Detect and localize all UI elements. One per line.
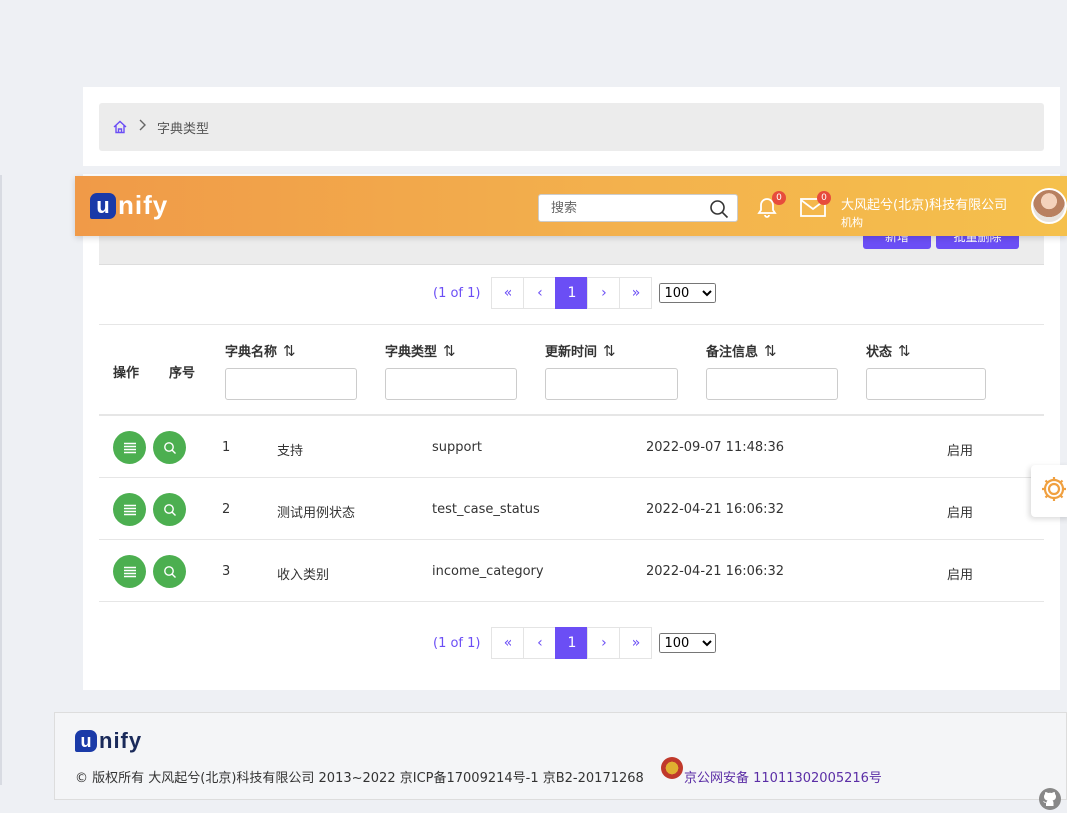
list-icon[interactable] (113, 555, 146, 588)
mail-icon[interactable]: 0 (799, 191, 831, 220)
list-icon[interactable] (113, 431, 146, 464)
paginator-top: (1 of 1) « ‹ 1 › » 100 (433, 277, 717, 309)
first-page-button[interactable]: « (491, 627, 525, 659)
cell-index: 3 (222, 564, 231, 579)
search-icon[interactable] (153, 555, 186, 588)
cell-type: income_category (432, 564, 544, 579)
bell-icon[interactable]: 0 (754, 191, 786, 220)
cell-type: test_case_status (432, 502, 540, 517)
filter-type-input[interactable] (385, 368, 517, 400)
search-box (538, 194, 738, 222)
avatar[interactable] (1031, 188, 1067, 224)
search-icon[interactable] (709, 199, 729, 219)
footer: u nify © 版权所有 大风起兮(北京)科技有限公司 2013~2022 京… (54, 712, 1067, 800)
table-row: 2 测试用例状态 test_case_status 2022-04-21 16:… (99, 478, 1044, 540)
breadcrumb: 字典类型 (99, 103, 1044, 151)
header-type[interactable]: 字典类型 ⇅ (385, 341, 456, 360)
cell-status: 启用 (947, 444, 974, 459)
header-name[interactable]: 字典名称 ⇅ (225, 341, 296, 360)
page-report: (1 of 1) (433, 635, 481, 651)
top-navbar: u nify 0 0 大风起兮(北京)科技有限公司 机构 (75, 176, 1067, 236)
cell-index: 1 (222, 440, 231, 455)
next-page-button[interactable]: › (587, 277, 621, 309)
header-updated[interactable]: 更新时间 ⇅ (545, 341, 616, 360)
org-name[interactable]: 大风起兮(北京)科技有限公司 (841, 194, 1007, 213)
rows-per-page-select[interactable]: 100 (659, 633, 717, 653)
copyright-text: © 版权所有 大风起兮(北京)科技有限公司 2013~2022 京ICP备170… (75, 771, 644, 786)
table-header: 操作 序号 字典名称 ⇅ 字典类型 ⇅ 更新时间 ⇅ 备注信息 ⇅ 状态 ⇅ (99, 324, 1044, 416)
cell-type: support (432, 440, 482, 455)
filter-remark-input[interactable] (706, 368, 838, 400)
breadcrumb-current: 字典类型 (157, 121, 210, 137)
chevron-right-icon (137, 119, 147, 135)
sort-icon: ⇅ (443, 342, 456, 360)
header-status[interactable]: 状态 ⇅ (866, 341, 911, 360)
main-card: 新增 批量删除 (1 of 1) « ‹ 1 › » 100 操作 序号 字典名… (83, 174, 1060, 690)
page-button[interactable]: 1 (555, 627, 589, 659)
cell-status: 启用 (947, 506, 974, 521)
page-button[interactable]: 1 (555, 277, 589, 309)
filter-updated-input[interactable] (545, 368, 678, 400)
rows-per-page-select[interactable]: 100 (659, 283, 717, 303)
prev-page-button[interactable]: ‹ (523, 627, 557, 659)
logo[interactable]: u nify (90, 190, 168, 221)
header-action: 操作 (113, 366, 140, 381)
cell-updated: 2022-09-07 11:48:36 (646, 440, 785, 455)
github-icon[interactable] (1038, 787, 1062, 811)
footer-logo: u nify (75, 728, 142, 754)
gear-icon (1039, 474, 1067, 508)
cell-updated: 2022-04-21 16:06:32 (646, 564, 785, 579)
police-record-link[interactable]: 京公网安备 11011302005216号 (684, 767, 882, 786)
table-row: 1 支持 support 2022-09-07 11:48:36 启用 (99, 416, 1044, 478)
org-type: 机构 (841, 216, 863, 229)
message-badge: 0 (817, 191, 831, 205)
cell-name: 收入类别 (277, 568, 330, 583)
last-page-button[interactable]: » (619, 627, 653, 659)
header-remark[interactable]: 备注信息 ⇅ (706, 341, 777, 360)
cell-name: 支持 (277, 444, 304, 459)
breadcrumb-card: 字典类型 (83, 87, 1060, 166)
search-icon[interactable] (153, 493, 186, 526)
page-report: (1 of 1) (433, 285, 481, 301)
cell-index: 2 (222, 502, 231, 517)
home-icon[interactable] (113, 120, 127, 134)
filter-status-input[interactable] (866, 368, 986, 400)
sort-icon: ⇅ (764, 342, 777, 360)
header-index: 序号 (169, 366, 196, 381)
settings-panel-toggle[interactable] (1031, 465, 1067, 517)
first-page-button[interactable]: « (491, 277, 525, 309)
cell-name: 测试用例状态 (277, 506, 356, 521)
next-page-button[interactable]: › (587, 627, 621, 659)
cell-status: 启用 (947, 568, 974, 583)
sort-icon: ⇅ (898, 342, 911, 360)
table-row: 3 收入类别 income_category 2022-04-21 16:06:… (99, 540, 1044, 602)
notification-badge: 0 (772, 191, 786, 205)
last-page-button[interactable]: » (619, 277, 653, 309)
search-input[interactable] (539, 195, 699, 221)
sort-icon: ⇅ (603, 342, 616, 360)
police-badge-icon (661, 757, 683, 779)
paginator-bottom: (1 of 1) « ‹ 1 › » 100 (433, 627, 717, 659)
search-icon[interactable] (153, 431, 186, 464)
list-icon[interactable] (113, 493, 146, 526)
prev-page-button[interactable]: ‹ (523, 277, 557, 309)
sort-icon: ⇅ (283, 342, 296, 360)
sidebar-edge (0, 175, 2, 785)
filter-name-input[interactable] (225, 368, 357, 400)
cell-updated: 2022-04-21 16:06:32 (646, 502, 785, 517)
